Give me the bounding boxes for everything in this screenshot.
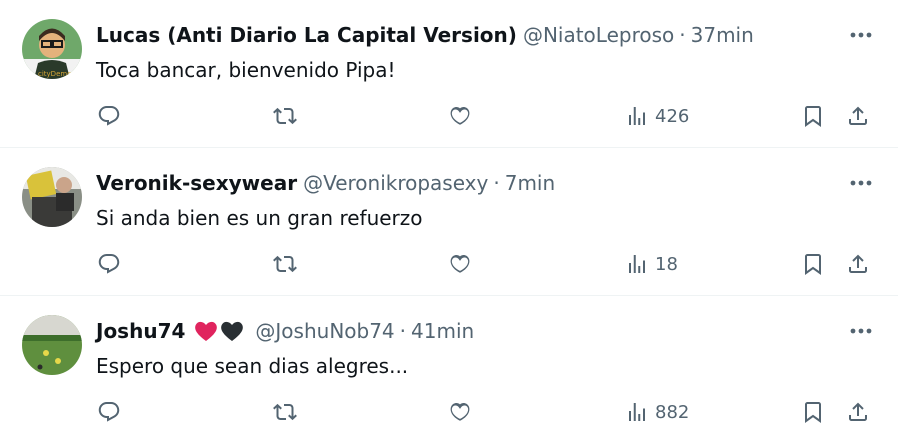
like-button[interactable] [448, 398, 472, 426]
avatar[interactable] [22, 167, 82, 227]
reply-button[interactable] [97, 102, 121, 130]
views-icon [629, 255, 645, 273]
timestamp[interactable]: 7min [505, 171, 555, 195]
bookmark-button[interactable] [801, 250, 825, 278]
like-button[interactable] [448, 102, 472, 130]
share-button[interactable] [846, 250, 870, 278]
retweet-icon [273, 107, 297, 125]
timestamp[interactable]: 41min [411, 319, 474, 343]
bookmark-button[interactable] [801, 398, 825, 426]
views-count: 18 [655, 253, 678, 275]
share-button[interactable] [846, 398, 870, 426]
display-name[interactable]: Veronik-sexywear [96, 171, 297, 195]
retweet-button[interactable] [273, 102, 297, 130]
reply-item[interactable]: cityDemo Lucas (Anti Diario La Capital V… [0, 0, 898, 147]
retweet-button[interactable] [273, 398, 297, 426]
views-button[interactable]: 882 [625, 398, 689, 426]
share-icon [849, 402, 867, 421]
more-icon[interactable] [846, 24, 876, 46]
user-handle[interactable]: @JoshuNob74 [255, 319, 394, 343]
user-handle[interactable]: @NiatoLeproso [523, 23, 674, 47]
avatar[interactable]: cityDemo [22, 19, 82, 79]
reply-header: Lucas (Anti Diario La Capital Version) @… [96, 22, 754, 48]
like-icon [450, 403, 470, 421]
display-name[interactable]: Joshu74 [96, 319, 185, 343]
views-icon [629, 107, 645, 125]
reply-text: Toca bancar, bienvenido Pipa! [96, 58, 396, 82]
views-button[interactable]: 426 [625, 102, 689, 130]
share-icon [849, 106, 867, 125]
like-icon [450, 255, 470, 273]
share-icon [849, 254, 867, 273]
views-count: 426 [655, 105, 690, 127]
views-icon [629, 403, 645, 421]
replies-feed: cityDemo Lucas (Anti Diario La Capital V… [0, 0, 898, 437]
like-button[interactable] [448, 250, 472, 278]
share-button[interactable] [846, 102, 870, 130]
bookmark-icon [805, 402, 821, 423]
display-name[interactable]: Lucas (Anti Diario La Capital Version) [96, 23, 517, 47]
red-heart-icon [193, 319, 219, 343]
user-handle[interactable]: @Veronikropasexy [303, 171, 488, 195]
bookmark-button[interactable] [801, 102, 825, 130]
svg-text:cityDemo: cityDemo [38, 70, 71, 78]
reply-button[interactable] [97, 250, 121, 278]
bookmark-icon [805, 254, 821, 275]
reply-icon [98, 254, 120, 274]
more-icon[interactable] [846, 320, 876, 342]
timestamp[interactable]: 37min [691, 23, 754, 47]
bookmark-icon [805, 106, 821, 127]
reply-text: Espero que sean dias alegres... [96, 354, 409, 378]
retweet-icon [273, 403, 297, 421]
reply-item[interactable]: Veronik-sexywear @Veronikropasexy · 7min… [0, 148, 898, 295]
black-heart-icon [219, 319, 245, 343]
retweet-button[interactable] [273, 250, 297, 278]
avatar[interactable] [22, 315, 82, 375]
separator-dot: · [679, 23, 686, 47]
reply-text: Si anda bien es un gran refuerzo [96, 206, 423, 230]
reply-item[interactable]: Joshu74 @JoshuNob74 · 41min Espero que s… [0, 296, 898, 437]
views-count: 882 [655, 401, 690, 423]
views-button[interactable]: 18 [625, 250, 678, 278]
more-icon[interactable] [846, 172, 876, 194]
retweet-icon [273, 255, 297, 273]
like-icon [450, 107, 470, 125]
reply-icon [98, 402, 120, 422]
reply-header: Joshu74 @JoshuNob74 · 41min [96, 318, 474, 344]
reply-header: Veronik-sexywear @Veronikropasexy · 7min [96, 170, 555, 196]
reply-icon [98, 106, 120, 126]
separator-dot: · [493, 171, 500, 195]
separator-dot: · [399, 319, 407, 343]
reply-button[interactable] [97, 398, 121, 426]
